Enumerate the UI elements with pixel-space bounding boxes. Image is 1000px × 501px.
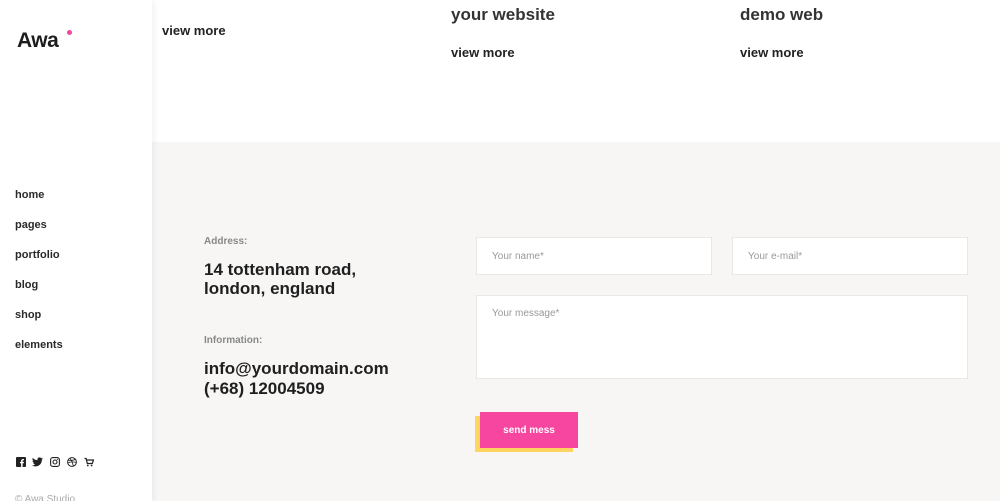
card-heading-2: your website (451, 5, 555, 24)
nav-item-shop[interactable]: shop (15, 309, 63, 339)
address-label: Address: (204, 236, 248, 247)
nav-item-pages[interactable]: pages (15, 219, 63, 249)
nav-item-home[interactable]: home (15, 189, 63, 219)
information-label: Information: (204, 335, 263, 346)
card-heading-3: demo web (740, 5, 824, 24)
social-links (15, 456, 94, 467)
nav-item-portfolio[interactable]: portfolio (15, 249, 63, 279)
email-input[interactable] (732, 237, 968, 275)
twitter-icon[interactable] (32, 456, 43, 467)
copyright: © Awa Studio (15, 494, 75, 501)
nav-item-blog[interactable]: blog (15, 279, 63, 309)
contact-section: Address: 14 tottenham road, london, engl… (152, 142, 1000, 501)
address-line-1: 14 tottenham road, (204, 260, 357, 279)
logo-dot (67, 30, 72, 35)
view-more-link-3[interactable]: view more (740, 45, 804, 63)
dribbble-icon[interactable] (66, 456, 77, 467)
instagram-icon[interactable] (49, 456, 60, 467)
message-textarea[interactable] (476, 295, 968, 379)
facebook-icon[interactable] (15, 456, 26, 467)
send-message-button[interactable]: send mess (480, 412, 578, 448)
main-nav: home pages portfolio blog shop elements (15, 189, 63, 369)
cart-icon[interactable] (83, 456, 94, 467)
address-line-2: london, england (204, 279, 336, 298)
nav-item-elements[interactable]: elements (15, 339, 63, 369)
name-input[interactable] (476, 237, 712, 275)
contact-phone: (+68) 12004509 (204, 379, 325, 398)
view-more-link-2[interactable]: view more (451, 45, 515, 63)
sidebar: Awa home pages portfolio blog shop eleme… (0, 0, 152, 501)
blog-cards-section: view more your website view more demo we… (152, 0, 1000, 142)
contact-email[interactable]: info@yourdomain.com (204, 359, 389, 378)
logo[interactable]: Awa (17, 29, 59, 53)
view-more-link-1[interactable]: view more (162, 23, 226, 41)
